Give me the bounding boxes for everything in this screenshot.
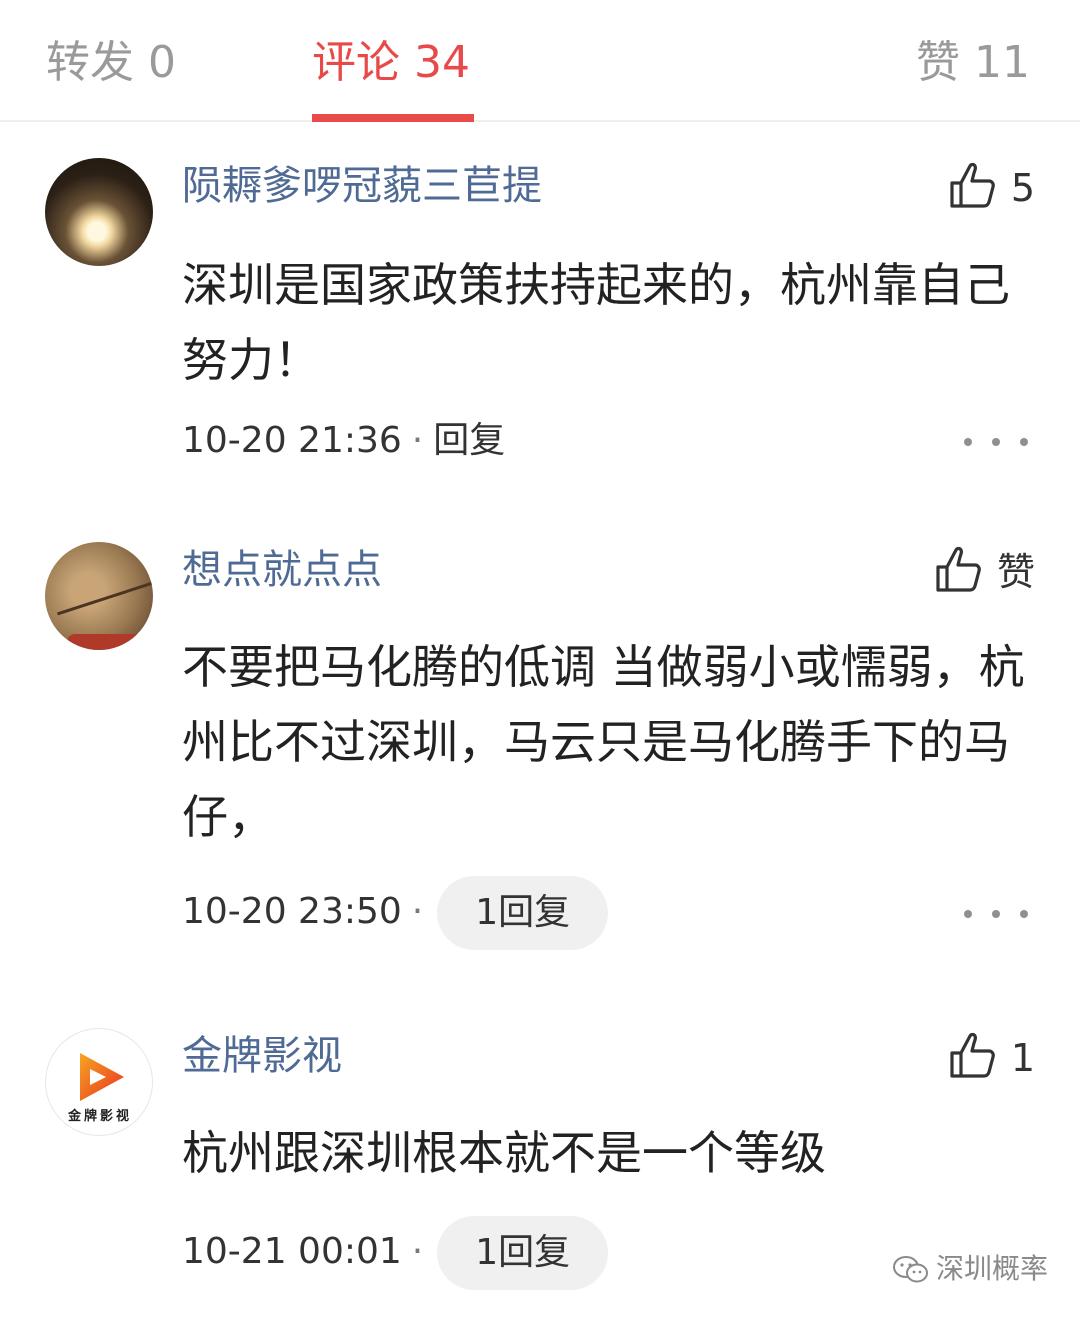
like-count: 5 bbox=[1010, 166, 1035, 210]
avatar[interactable]: 金牌影视 bbox=[45, 1028, 153, 1136]
thumbs-up-icon bbox=[950, 1032, 995, 1078]
tab-repost[interactable]: 转发 0 bbox=[46, 30, 176, 96]
tab-comments-count: 34 bbox=[414, 37, 470, 88]
reply-count-button[interactable]: 1回复 bbox=[437, 1216, 609, 1290]
tab-repost-label: 转发 bbox=[46, 37, 134, 88]
tab-likes-label: 赞 bbox=[916, 37, 960, 88]
comment-username[interactable]: 陨耨爹啰冠藐三苣提 bbox=[182, 158, 542, 214]
comment-time: 10-21 00:01 bbox=[182, 1231, 402, 1272]
thumbs-up-icon bbox=[950, 162, 995, 208]
comment-time: 10-20 21:36 bbox=[182, 420, 402, 461]
comment-username[interactable]: 金牌影视 bbox=[182, 1028, 342, 1084]
comment-meta: 10-20 23:50 · 1回复 bbox=[182, 876, 609, 950]
like-count: 1 bbox=[1010, 1036, 1035, 1080]
like-button[interactable]: 1 bbox=[949, 1030, 1035, 1086]
more-options-icon[interactable] bbox=[964, 904, 1036, 924]
play-logo-icon bbox=[80, 1053, 124, 1101]
active-tab-indicator bbox=[312, 114, 474, 122]
avatar[interactable] bbox=[45, 158, 153, 266]
avatar-logo-text: 金牌影视 bbox=[67, 1109, 132, 1124]
reply-count-button[interactable]: 1回复 bbox=[437, 876, 609, 950]
like-button[interactable]: 赞 bbox=[935, 544, 1035, 600]
reply-button[interactable]: 回复 bbox=[433, 420, 505, 461]
comment-text: 杭州跟深圳根本就不是一个等级 bbox=[182, 1126, 826, 1180]
like-label: 赞 bbox=[996, 550, 1035, 594]
comment-text: 不要把马化腾的低调 当做弱小或懦弱，杭州比不过深圳，马云只是马化腾手下的马仔， bbox=[182, 640, 1025, 844]
comment-meta: 10-20 21:36 · 回复 bbox=[182, 420, 506, 461]
tab-bar: 转发 0 评论 34 赞 11 bbox=[0, 0, 1080, 122]
comment-meta: 10-21 00:01 · 1回复 bbox=[182, 1216, 609, 1290]
tab-likes-count: 11 bbox=[974, 37, 1030, 88]
wechat-icon bbox=[892, 1256, 928, 1283]
avatar[interactable] bbox=[45, 542, 153, 650]
watermark: 深圳概率 bbox=[892, 1249, 1048, 1289]
tab-comments-label: 评论 bbox=[312, 37, 400, 88]
tab-repost-count: 0 bbox=[148, 37, 176, 88]
comment-time: 10-20 23:50 bbox=[182, 891, 402, 932]
like-button[interactable]: 5 bbox=[949, 160, 1035, 216]
tab-likes[interactable]: 赞 11 bbox=[916, 30, 1030, 96]
more-options-icon[interactable] bbox=[964, 432, 1036, 452]
tab-comments[interactable]: 评论 34 bbox=[312, 30, 470, 96]
comment-text: 深圳是国家政策扶持起来的，杭州靠自己努力！ bbox=[182, 258, 1010, 387]
thumbs-up-icon bbox=[936, 546, 981, 592]
watermark-text: 深圳概率 bbox=[935, 1252, 1048, 1285]
comment-username[interactable]: 想点就点点 bbox=[182, 542, 382, 598]
